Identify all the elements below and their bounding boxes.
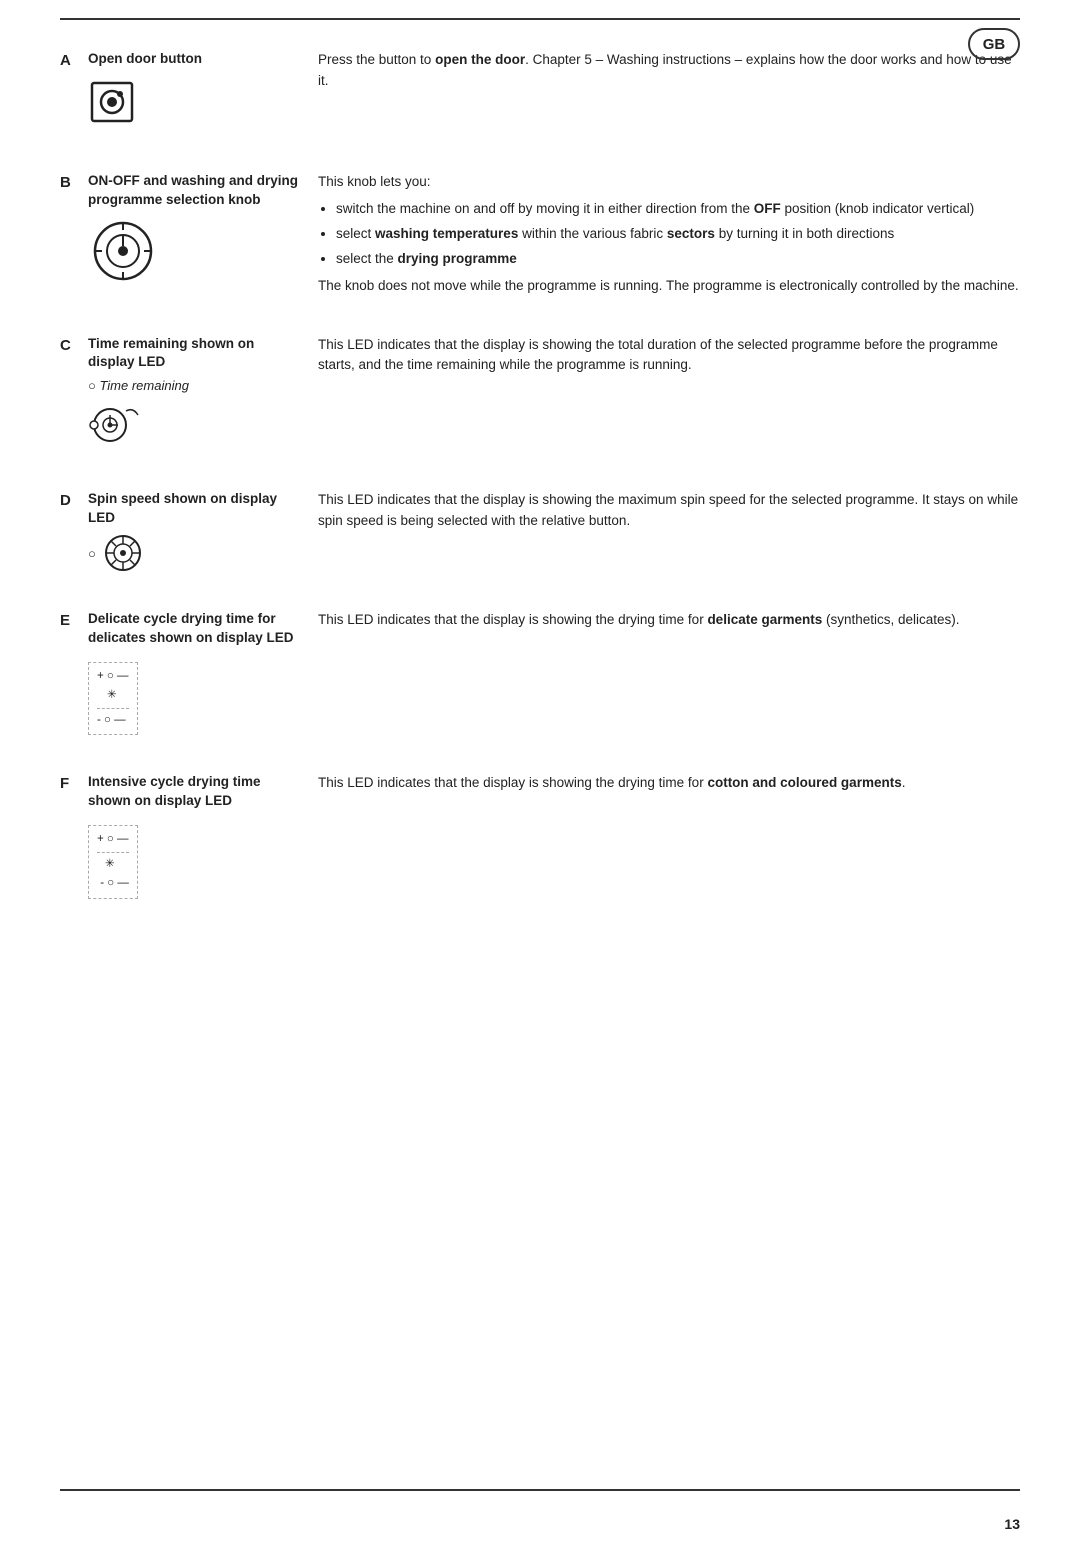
row-a-icon xyxy=(88,75,300,134)
row-a: A Open door button Press the button to o… xyxy=(60,50,1020,144)
row-b-letter: B xyxy=(60,174,88,191)
row-e-title: Delicate cycle drying time for delicates… xyxy=(88,610,300,648)
row-e: E Delicate cycle drying time for delicat… xyxy=(60,610,1020,745)
row-c: C Time remaining shown on display LED ○ … xyxy=(60,335,1020,463)
row-a-mid: Open door button xyxy=(88,50,318,134)
gb-badge: GB xyxy=(968,28,1020,60)
main-content: A Open door button Press the button to o… xyxy=(60,50,1020,909)
row-c-italic: ○ Time remaining xyxy=(88,378,300,393)
row-d-mid: Spin speed shown on display LED ○ xyxy=(88,490,318,572)
door-button-icon xyxy=(88,75,144,131)
time-remaining-icon xyxy=(88,397,142,449)
page-container: GB A Open door button Press the b xyxy=(0,18,1080,1546)
row-c-letter: C xyxy=(60,337,88,354)
row-b-mid: ON-OFF and washing and drying programme … xyxy=(88,172,318,289)
row-e-mid: Delicate cycle drying time for delicates… xyxy=(88,610,318,735)
knob-icon xyxy=(88,216,158,286)
row-e-desc: This LED indicates that the display is s… xyxy=(318,610,1020,631)
row-a-letter: A xyxy=(60,52,88,69)
row-f-desc: This LED indicates that the display is s… xyxy=(318,773,1020,794)
row-d-desc: This LED indicates that the display is s… xyxy=(318,490,1020,532)
row-a-desc: Press the button to open the door. Chapt… xyxy=(318,50,1020,92)
row-f-letter: F xyxy=(60,775,88,792)
row-f: F Intensive cycle drying time shown on d… xyxy=(60,773,1020,908)
row-d-letter: D xyxy=(60,492,88,509)
row-c-icon: ○ Time remaining xyxy=(88,378,300,452)
row-c-title: Time remaining shown on display LED xyxy=(88,335,300,373)
row-d-icon: ○ xyxy=(88,534,300,572)
row-d: D Spin speed shown on display LED ○ xyxy=(60,490,1020,582)
page-number: 13 xyxy=(1004,1516,1020,1532)
row-c-desc: This LED indicates that the display is s… xyxy=(318,335,1020,377)
spin-speed-icon xyxy=(104,534,142,572)
row-f-mid: Intensive cycle drying time shown on dis… xyxy=(88,773,318,898)
row-b-desc: This knob lets you: switch the machine o… xyxy=(318,172,1020,297)
top-border xyxy=(60,18,1020,20)
row-e-letter: E xyxy=(60,612,88,629)
bottom-border xyxy=(60,1489,1020,1491)
row-f-icon: + ○ — ✳ - ○ — xyxy=(88,817,300,899)
row-f-title: Intensive cycle drying time shown on dis… xyxy=(88,773,300,811)
row-c-mid: Time remaining shown on display LED ○ Ti… xyxy=(88,335,318,453)
row-b: B ON-OFF and washing and drying programm… xyxy=(60,172,1020,307)
row-e-icon: + ○ — ✳ - ○ — xyxy=(88,654,300,736)
row-b-title: ON-OFF and washing and drying programme … xyxy=(88,172,300,210)
row-a-title: Open door button xyxy=(88,50,300,69)
row-d-title: Spin speed shown on display LED xyxy=(88,490,300,528)
gb-label: GB xyxy=(983,36,1006,53)
row-b-icon xyxy=(88,216,300,289)
